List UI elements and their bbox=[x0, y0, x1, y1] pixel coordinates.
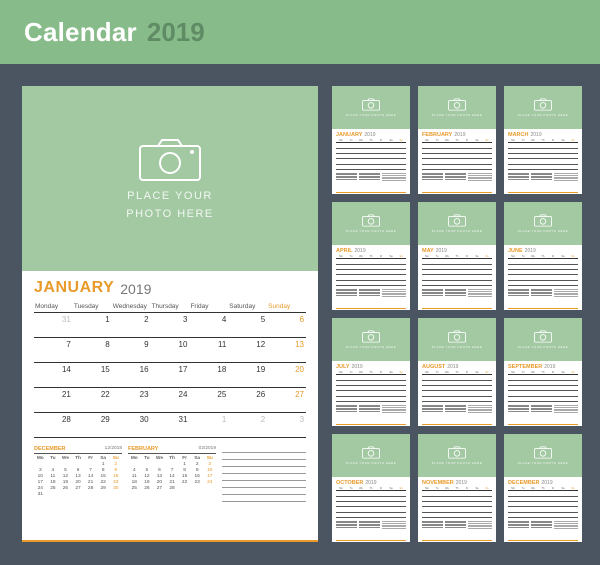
banner-year: 2019 bbox=[147, 17, 205, 48]
day-cell: 22 bbox=[73, 388, 112, 412]
day-cell: 23 bbox=[112, 388, 151, 412]
day-cell: 2 bbox=[112, 313, 151, 337]
thumbnail-month: PLACE YOUR PHOTO HEREJANUARY2019MoTuWeTh… bbox=[332, 86, 410, 194]
calendar-page-large: PLACE YOUR PHOTO HERE JANUARY 2019 Monda… bbox=[22, 86, 318, 542]
thumbnail-month: PLACE YOUR PHOTO HEREMAY2019MoTuWeThFrSa… bbox=[418, 202, 496, 310]
month-year: 2019 bbox=[120, 281, 151, 297]
day-cell: 12 bbox=[228, 338, 267, 362]
day-cell: 20 bbox=[267, 363, 306, 387]
photo-text-2: PHOTO HERE bbox=[126, 208, 214, 220]
day-cell: 5 bbox=[228, 313, 267, 337]
day-cell: 28 bbox=[34, 413, 73, 437]
day-cell: 18 bbox=[189, 363, 228, 387]
weekday-cell: Friday bbox=[189, 301, 228, 312]
weekday-cell: Sunday bbox=[267, 301, 306, 312]
weekday-cell: Saturday bbox=[228, 301, 267, 312]
day-cell: 17 bbox=[151, 363, 190, 387]
camera-icon bbox=[138, 138, 202, 184]
month-heading: JANUARY 2019 bbox=[34, 279, 306, 297]
day-cell: 16 bbox=[112, 363, 151, 387]
thumbnail-month: PLACE YOUR PHOTO HEREAUGUST2019MoTuWeThF… bbox=[418, 318, 496, 426]
weekday-cell: Monday bbox=[34, 301, 73, 312]
day-cell: 1 bbox=[189, 413, 228, 437]
thumbnail-month: PLACE YOUR PHOTO HEREAPRIL2019MoTuWeThFr… bbox=[332, 202, 410, 310]
notes-area bbox=[222, 446, 306, 530]
footer-accent bbox=[22, 540, 318, 542]
day-cell: 2 bbox=[228, 413, 267, 437]
day-cell: 21 bbox=[34, 388, 73, 412]
day-cell: 31 bbox=[151, 413, 190, 437]
day-cell: 1 bbox=[73, 313, 112, 337]
weekday-cell: Wednesday bbox=[112, 301, 151, 312]
day-cell: 29 bbox=[73, 413, 112, 437]
thumbnail-month: PLACE YOUR PHOTO HERESEPTEMBER2019MoTuWe… bbox=[504, 318, 582, 426]
day-cell: 6 bbox=[267, 313, 306, 337]
thumbnail-grid: PLACE YOUR PHOTO HEREJANUARY2019MoTuWeTh… bbox=[332, 86, 582, 542]
day-cell: 13 bbox=[267, 338, 306, 362]
weekday-header: MondayTuesdayWednesdayThursdayFridaySatu… bbox=[34, 301, 306, 313]
stage: PLACE YOUR PHOTO HERE JANUARY 2019 Monda… bbox=[0, 64, 600, 565]
thumbnail-month: PLACE YOUR PHOTO HEREJUNE2019MoTuWeThFrS… bbox=[504, 202, 582, 310]
thumbnail-month: PLACE YOUR PHOTO HEREMARCH2019MoTuWeThFr… bbox=[504, 86, 582, 194]
day-cell: 25 bbox=[189, 388, 228, 412]
thumbnail-month: PLACE YOUR PHOTO HERENOVEMBER2019MoTuWeT… bbox=[418, 434, 496, 542]
day-cell: 7 bbox=[34, 338, 73, 362]
day-cell: 10 bbox=[151, 338, 190, 362]
photo-placeholder: PLACE YOUR PHOTO HERE bbox=[22, 86, 318, 271]
day-cell: 24 bbox=[151, 388, 190, 412]
day-cell: 31 bbox=[34, 313, 73, 337]
day-cell: 26 bbox=[228, 388, 267, 412]
banner-word: Calendar bbox=[24, 17, 137, 48]
weekday-cell: Tuesday bbox=[73, 301, 112, 312]
photo-text-1: PLACE YOUR bbox=[127, 190, 213, 202]
day-cell: 11 bbox=[189, 338, 228, 362]
mini-calendar-next: FEBRUARY02/2019MoTuWeThFrSaSu12345678910… bbox=[128, 446, 216, 530]
thumbnail-month: PLACE YOUR PHOTO HEREJULY2019MoTuWeThFrS… bbox=[332, 318, 410, 426]
day-cell: 8 bbox=[73, 338, 112, 362]
day-cell: 19 bbox=[228, 363, 267, 387]
thumbnail-month: PLACE YOUR PHOTO HEREDECEMBER2019MoTuWeT… bbox=[504, 434, 582, 542]
day-cell: 27 bbox=[267, 388, 306, 412]
thumbnail-month: PLACE YOUR PHOTO HEREFEBRUARY2019MoTuWeT… bbox=[418, 86, 496, 194]
day-cell: 4 bbox=[189, 313, 228, 337]
weekday-cell: Thursday bbox=[151, 301, 190, 312]
day-cell: 3 bbox=[151, 313, 190, 337]
day-cell: 14 bbox=[34, 363, 73, 387]
month-name: JANUARY bbox=[34, 279, 114, 297]
mini-calendar-prev: DECEMBER12/2018MoTuWeThFrSaSu12345678910… bbox=[34, 446, 122, 530]
day-cell: 30 bbox=[112, 413, 151, 437]
day-cell: 15 bbox=[73, 363, 112, 387]
thumbnail-month: PLACE YOUR PHOTO HEREOCTOBER2019MoTuWeTh… bbox=[332, 434, 410, 542]
day-cell: 3 bbox=[267, 413, 306, 437]
calendar-grid: 3112345678910111213141516171819202122232… bbox=[34, 313, 306, 438]
title-banner: Calendar 2019 bbox=[0, 0, 600, 64]
day-cell: 9 bbox=[112, 338, 151, 362]
